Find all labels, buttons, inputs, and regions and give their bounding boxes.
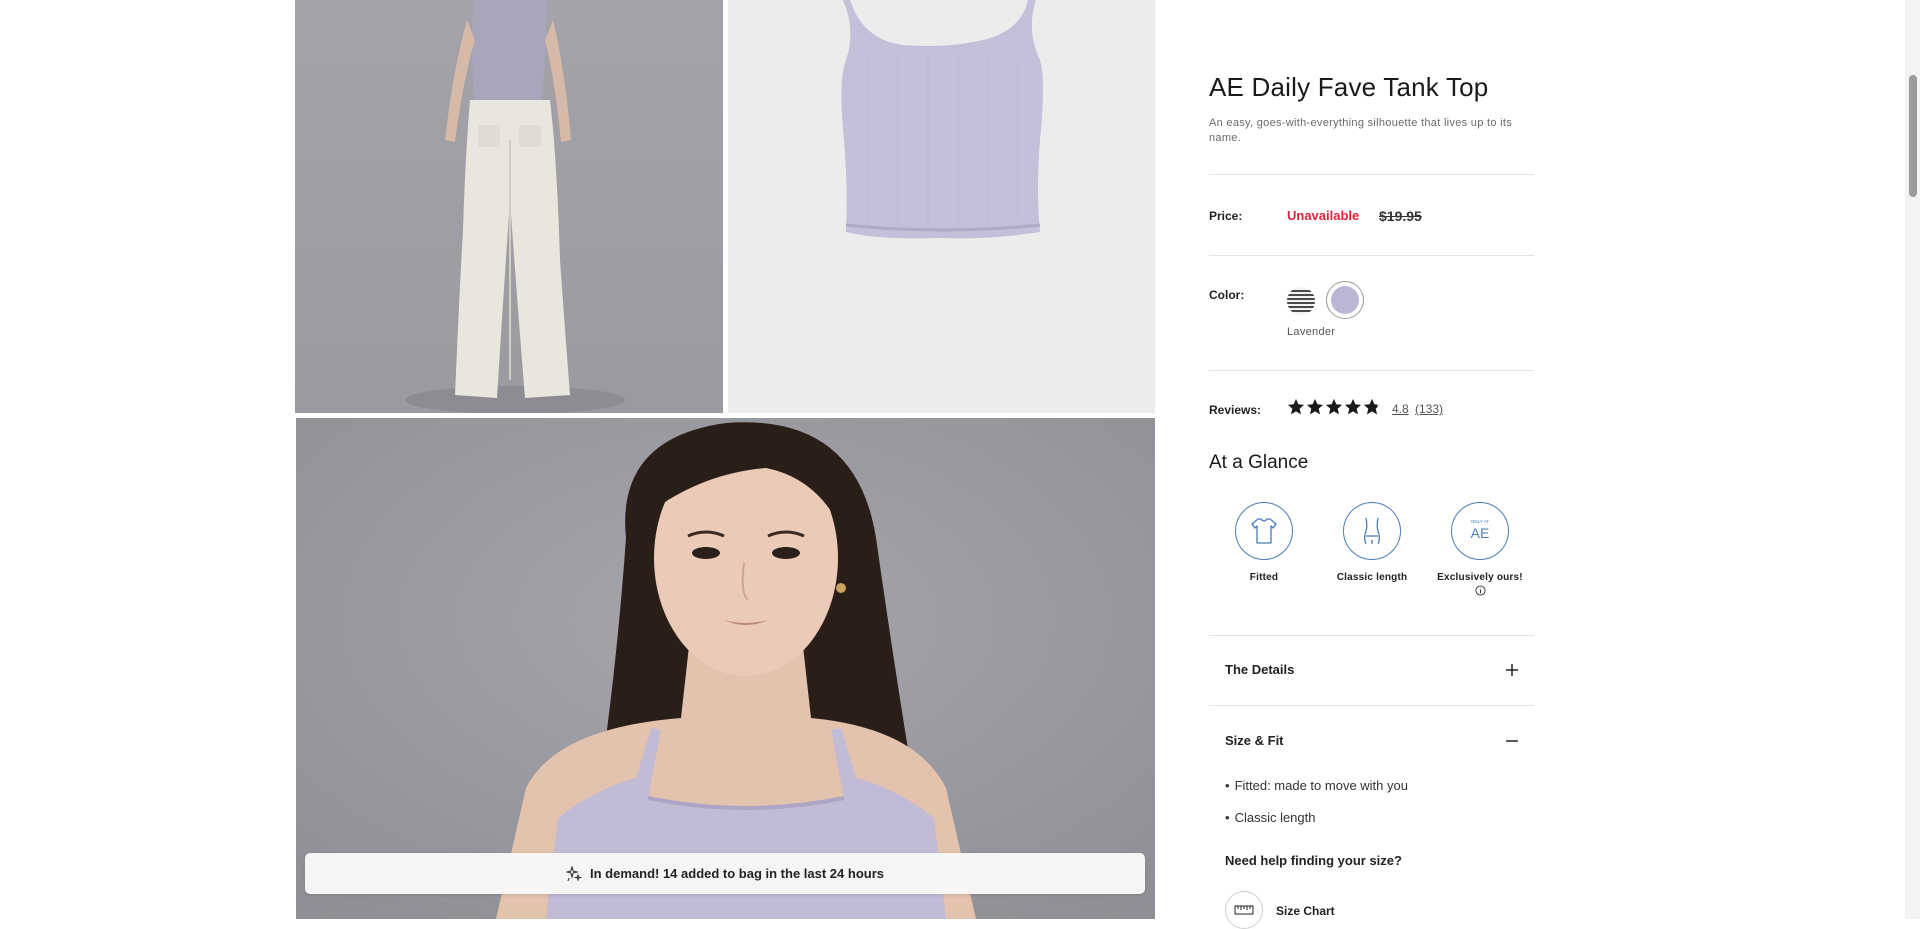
star-icon [1325,398,1343,415]
selected-color-name: Lavender [1287,326,1336,338]
details-accordion-title: The Details [1225,662,1295,677]
product-title: AE Daily Fave Tank Top [1209,72,1489,102]
stripe-pattern-icon [1287,287,1315,315]
size-chart-link[interactable]: Size Chart [1276,904,1335,918]
size-help-heading: Need help finding your size? [1225,853,1402,868]
divider [1209,705,1534,706]
divider [1209,635,1534,636]
minus-icon[interactable] [1504,733,1520,749]
size-fit-bullet: Fitted: made to move with you [1225,778,1408,793]
star-partial-icon [1363,398,1381,415]
size-fit-accordion-title: Size & Fit [1225,733,1284,748]
plus-icon[interactable] [1504,662,1520,678]
details-accordion-header[interactable]: The Details [1225,662,1520,682]
divider [1209,255,1534,256]
model-portrait-illustration [296,418,1155,919]
tank-flat-illustration [728,0,1155,413]
scrollbar-thumb[interactable] [1909,75,1917,197]
glance-label: Exclusively ours! [1437,572,1523,583]
glance-item-classic-length: Classic length [1322,502,1422,583]
price-label: Price: [1209,209,1243,223]
glance-item-fitted: Fitted [1214,502,1314,583]
star-icon [1306,398,1324,415]
svg-text:AE: AE [1471,525,1490,541]
torso-length-icon [1364,517,1380,545]
color-swatch-lavender[interactable] [1331,286,1359,314]
rating-value-link[interactable]: 4.8 [1392,402,1409,416]
color-swatch-stripe[interactable] [1287,287,1315,315]
sparkle-icon [566,865,582,882]
tshirt-icon [1251,518,1277,544]
star-icon [1287,398,1305,415]
page-scrollbar[interactable] [1905,0,1920,919]
star-icon [1344,398,1362,415]
size-chart-button[interactable] [1225,891,1263,929]
product-info-panel: AE Daily Fave Tank Top An easy, goes-wit… [1209,0,1534,929]
svg-text:ONLY AT: ONLY AT [1471,519,1490,524]
at-a-glance-heading: At a Glance [1209,452,1309,473]
divider [1209,174,1534,175]
color-label: Color: [1209,288,1245,302]
in-demand-text: In demand! 14 added to bag in the last 2… [590,866,884,881]
product-image-back-view[interactable] [295,0,723,413]
price-unavailable-text: Unavailable [1287,208,1360,223]
product-image-portrait[interactable] [296,418,1155,919]
original-price: $19.95 [1379,208,1422,224]
size-fit-accordion-header[interactable]: Size & Fit [1225,733,1520,753]
reviews-label: Reviews: [1209,403,1262,417]
glance-item-exclusive: ONLY AT AE Exclusively ours! [1430,502,1530,596]
review-count-link[interactable]: (133) [1415,402,1443,416]
in-demand-banner: In demand! 14 added to bag in the last 2… [305,853,1145,894]
ruler-icon [1234,905,1254,915]
glance-label: Classic length [1336,572,1408,583]
product-description: An easy, goes-with-everything silhouette… [1209,117,1513,144]
model-back-illustration [295,0,723,413]
star-rating[interactable] [1287,398,1381,416]
only-at-ae-badge-icon: ONLY AT AE [1471,519,1490,541]
info-icon[interactable] [1474,585,1486,596]
glance-label: Fitted [1249,572,1279,583]
divider [1209,370,1534,371]
product-image-flat-lay[interactable] [728,0,1155,413]
size-fit-bullet: Classic length [1225,810,1316,825]
